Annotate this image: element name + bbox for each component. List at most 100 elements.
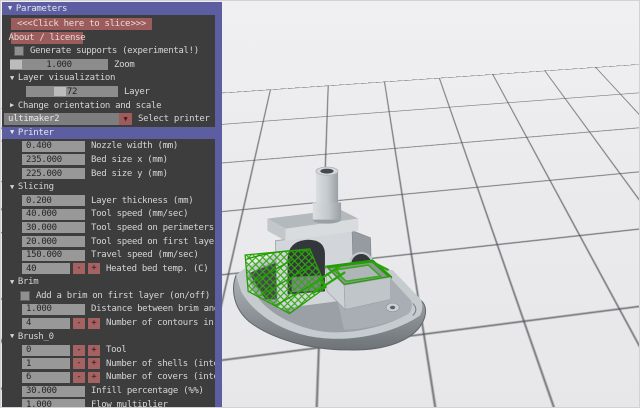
header-printer-label: Printer <box>18 128 54 138</box>
covers-stepper-value[interactable]: 6 <box>22 372 70 383</box>
param-row-add-brim-checkbox: Add a brim on first layer (on/off) <box>2 290 215 302</box>
param-row-shells-stepper: 1-+ Number of shells (integer) <box>2 358 215 370</box>
param-row-flow-multiplier-field: 1.000 Flow multiplier <box>2 399 215 408</box>
param-row-zoom-slider: 1.000 Zoom <box>2 59 215 71</box>
section-slicing-label: Slicing <box>18 182 54 192</box>
param-row-section-layer-visualization[interactable]: ▼Layer visualization <box>2 72 215 84</box>
header-printer[interactable]: ▼ Printer <box>2 127 215 139</box>
heated-bed-temp-stepper-label: Heated bed temp. (C) <box>106 264 208 274</box>
add-brim-checkbox[interactable] <box>20 291 30 301</box>
param-row-heated-bed-temp-stepper: 40-+ Heated bed temp. (C) <box>2 263 215 275</box>
slice-button[interactable]: <<<Click here to slice>>> <box>11 18 152 30</box>
panel-header[interactable]: ▼ Parameters <box>2 2 215 15</box>
param-row-section-slicing[interactable]: ▼ Slicing <box>2 181 215 193</box>
shells-stepper-minus-button[interactable]: - <box>73 358 85 369</box>
heated-bed-temp-stepper-minus-button[interactable]: - <box>73 263 85 274</box>
param-row-layer-slider: 72 Layer <box>2 86 215 98</box>
travel-speed-field-value[interactable]: 150.000 <box>22 250 85 261</box>
parameters-panel: ▼ Parameters <<<Click here to slice>>> Ab… <box>2 2 222 408</box>
generate-supports-checkbox[interactable] <box>14 46 24 56</box>
triangle-expanded-icon: ▼ <box>10 129 14 136</box>
param-row-travel-speed-field: 150.000 Travel speed (mm/sec) <box>2 249 215 261</box>
param-row-perimeter-speed-field: 30.000 Tool speed on perimeters (mm <box>2 222 215 234</box>
section-change-orientation-label: Change orientation and scale <box>18 101 161 111</box>
param-row-about-button: About / license <box>2 32 215 44</box>
layer-slider-label: Layer <box>124 87 150 97</box>
infill-percentage-field-value[interactable]: 30.000 <box>22 386 85 397</box>
zoom-slider-value: 1.000 <box>10 59 108 70</box>
param-row-brim-contours-stepper: 4-+ Number of contours in brim ( <box>2 317 215 329</box>
perimeter-speed-field-label: Tool speed on perimeters (mm <box>91 223 215 233</box>
covers-stepper-minus-button[interactable]: - <box>73 372 85 383</box>
section-brim-label: Brim <box>18 277 38 287</box>
param-row-section-change-orientation[interactable]: ▶ Change orientation and scale <box>2 100 215 112</box>
bed-size-y-field-value[interactable]: 225.000 <box>22 168 85 179</box>
triangle-collapsed-icon: ▶ <box>10 102 14 109</box>
tool-stepper-plus-button[interactable]: + <box>88 345 100 356</box>
flow-multiplier-field-label: Flow multiplier <box>91 400 168 408</box>
shells-stepper-plus-button[interactable]: + <box>88 358 100 369</box>
param-row-bed-size-x-field: 235.000 Bed size x (mm) <box>2 154 215 166</box>
section-brush-0-label: Brush_0 <box>18 332 54 342</box>
param-row-tool-stepper: 0-+ Tool <box>2 344 215 356</box>
brim-contours-stepper-label: Number of contours in brim ( <box>106 318 215 328</box>
param-row-nozzle-width-field: 0.400Nozzle width (mm) <box>2 140 215 152</box>
triangle-expanded-icon: ▼ <box>10 279 14 286</box>
zoom-slider[interactable]: 1.000 <box>10 59 108 70</box>
heated-bed-temp-stepper-plus-button[interactable]: + <box>88 263 100 274</box>
param-row-section-brim[interactable]: ▼ Brim <box>2 276 215 288</box>
slice-button-left: <<< <box>17 19 32 29</box>
combo-arrow-icon[interactable]: ▼ <box>119 113 132 125</box>
tool-stepper-value[interactable]: 0 <box>22 345 70 356</box>
shells-stepper-label: Number of shells (integer) <box>106 359 215 369</box>
tool-stepper-label: Tool <box>106 345 126 355</box>
bed-size-x-field-label: Bed size x (mm) <box>91 155 168 165</box>
panel-rows: <<<Click here to slice>>> About / license… <box>2 15 215 408</box>
layer-thickness-field-value[interactable]: 0.200 <box>22 195 85 206</box>
covers-stepper-label: Number of covers (integer) <box>106 372 215 382</box>
layer-thickness-field-label: Layer thickness (mm) <box>91 196 193 206</box>
collapse-triangle-icon: ▼ <box>8 5 12 12</box>
tool-stepper-minus-button[interactable]: - <box>73 345 85 356</box>
bed-size-y-field-label: Bed size y (mm) <box>91 169 168 179</box>
panel-title: Parameters <box>16 4 67 14</box>
param-row-section-brush-0[interactable]: ▼ Brush_0 <box>2 331 215 343</box>
bed-size-x-field-value[interactable]: 235.000 <box>22 154 85 165</box>
tool-speed-field-label: Tool speed (mm/sec) <box>91 209 188 219</box>
first-layer-speed-field-label: Tool speed on first layer (m <box>91 237 215 247</box>
slice-button-right: >>> <box>131 19 146 29</box>
layer-slider[interactable]: 72 <box>26 86 118 97</box>
covers-stepper-plus-button[interactable]: + <box>88 372 100 383</box>
tool-speed-field-value[interactable]: 40.000 <box>22 209 85 220</box>
brim-distance-field-value[interactable]: 1.000 <box>22 304 85 315</box>
zoom-slider-label: Zoom <box>114 60 134 70</box>
benchy-model[interactable] <box>231 162 433 354</box>
printer-select-label: Select printer <box>138 114 210 124</box>
param-row-layer-thickness-field: 0.200 Layer thickness (mm) <box>2 195 215 207</box>
layer-slider-value: 72 <box>26 86 118 97</box>
infill-percentage-field-label: Infill percentage (%%) <box>91 386 204 396</box>
printer-select-value: ultimaker2 <box>8 114 59 124</box>
triangle-expanded-icon: ▼ <box>10 333 14 340</box>
triangle-expanded-icon: ▼ <box>10 184 14 191</box>
section-layer-visualization-label: Layer visualization <box>18 73 115 83</box>
param-row-generate-supports-checkbox: Generate supports (experimental!) <box>2 45 215 57</box>
travel-speed-field-label: Travel speed (mm/sec) <box>91 250 199 260</box>
add-brim-checkbox-label: Add a brim on first layer (on/off) <box>36 291 210 301</box>
param-row-first-layer-speed-field: 20.000 Tool speed on first layer (m <box>2 236 215 248</box>
about-button[interactable]: About / license <box>11 32 83 44</box>
perimeter-speed-field-value[interactable]: 30.000 <box>22 222 85 233</box>
nozzle-width-field-value[interactable]: 0.400 <box>22 141 85 152</box>
brim-contours-stepper-plus-button[interactable]: + <box>88 318 100 329</box>
brim-contours-stepper-value[interactable]: 4 <box>22 318 70 329</box>
brim-contours-stepper-minus-button[interactable]: - <box>73 318 85 329</box>
slice-button-label: Click here to slice <box>33 19 130 29</box>
first-layer-speed-field-value[interactable]: 20.000 <box>22 236 85 247</box>
shells-stepper-value[interactable]: 1 <box>22 358 70 369</box>
flow-multiplier-field-value[interactable]: 1.000 <box>22 399 85 408</box>
param-row-infill-percentage-field: 30.000 Infill percentage (%%) <box>2 385 215 397</box>
heated-bed-temp-stepper-value[interactable]: 40 <box>22 263 70 274</box>
param-row-brim-distance-field: 1.000Distance between brim and pr <box>2 303 215 315</box>
printer-select[interactable]: ultimaker2 ▼ <box>4 113 132 125</box>
param-row-printer-select: ultimaker2 ▼ Select printer <box>2 113 215 125</box>
